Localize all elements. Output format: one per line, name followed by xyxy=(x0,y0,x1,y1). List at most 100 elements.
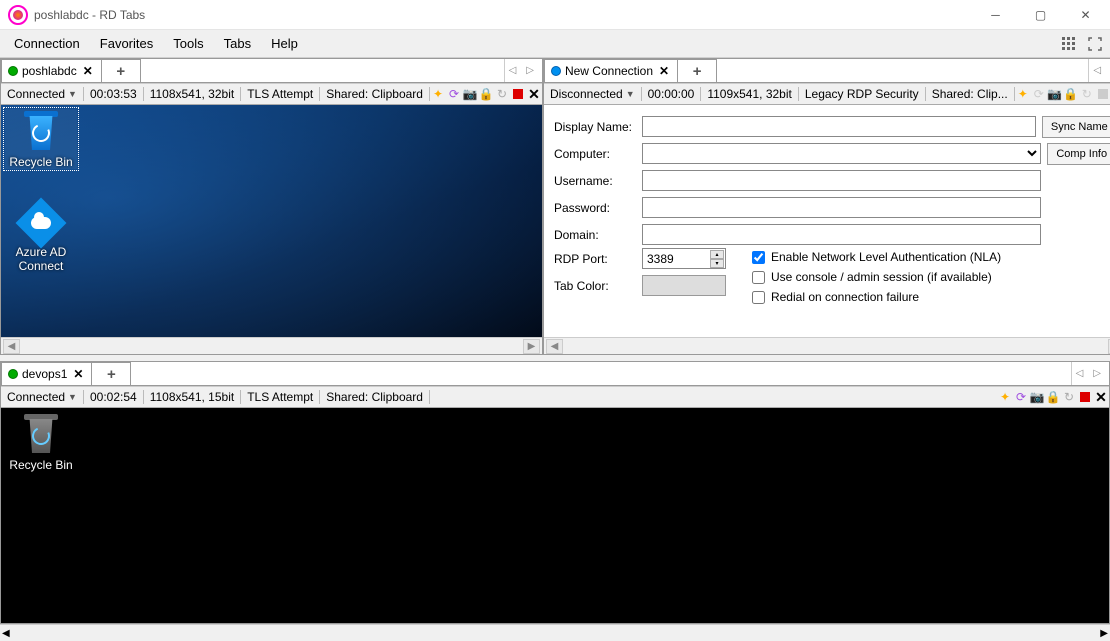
computer-select[interactable] xyxy=(642,143,1041,164)
status-state[interactable]: Disconnected ▼ xyxy=(544,87,642,101)
domain-input[interactable] xyxy=(642,224,1041,245)
close-pane-icon[interactable]: ✕ xyxy=(1093,389,1109,405)
username-input[interactable] xyxy=(642,170,1041,191)
desktop-icon-label: Azure AD Connect xyxy=(5,245,77,273)
grid-icon[interactable] xyxy=(1058,33,1080,55)
status-res: 1109x541, 32bit xyxy=(701,87,799,101)
desktop-icon-recycle-bin[interactable]: Recycle Bin xyxy=(5,412,77,472)
connected-icon xyxy=(8,369,18,379)
label-computer: Computer: xyxy=(554,147,636,161)
display-name-input[interactable] xyxy=(642,116,1036,137)
tab-label: poshlabdc xyxy=(22,64,77,78)
refresh-icon[interactable]: ↻ xyxy=(1061,389,1077,405)
remote-desktop-devops1[interactable]: Recycle Bin xyxy=(1,408,1109,623)
fullscreen-icon[interactable] xyxy=(1084,33,1106,55)
sync-icon[interactable]: ⟳ xyxy=(446,86,462,102)
label-password: Password: xyxy=(554,201,636,215)
new-connection-icon xyxy=(551,66,561,76)
camera-icon[interactable]: 📷 xyxy=(462,86,478,102)
status-state[interactable]: Connected ▼ xyxy=(1,390,84,404)
pane-top-right: New Connection ✕ + ◁ ▷ Disconnected ▼ 00… xyxy=(543,58,1110,355)
sync-icon[interactable]: ⟳ xyxy=(1013,389,1029,405)
lock-icon[interactable]: 🔒 xyxy=(1045,389,1061,405)
hscrollbar[interactable]: ◀▶ xyxy=(544,337,1110,354)
status-enc: TLS Attempt xyxy=(241,390,320,404)
hscrollbar[interactable]: ◀▶ xyxy=(1,337,542,354)
close-pane-icon[interactable]: ✕ xyxy=(526,86,542,102)
tab-devops1[interactable]: devops1 ✕ xyxy=(1,362,92,385)
tab-new-connection[interactable]: New Connection ✕ xyxy=(544,59,678,82)
favorite-icon[interactable]: ✦ xyxy=(1015,86,1031,102)
status-shared: Shared: Clip... xyxy=(926,87,1015,101)
spin-down[interactable]: ▾ xyxy=(710,259,724,268)
password-input[interactable] xyxy=(642,197,1041,218)
new-tab-button[interactable]: + xyxy=(101,59,141,82)
status-enc: TLS Attempt xyxy=(241,87,320,101)
maximize-button[interactable]: ▢ xyxy=(1018,0,1063,30)
stop-icon[interactable] xyxy=(1095,86,1110,102)
label-username: Username: xyxy=(554,174,636,188)
status-shared: Shared: Clipboard xyxy=(320,87,430,101)
tabstrip-bottom: devops1 ✕ + ◁ ▷ xyxy=(1,362,1109,386)
tab-color-picker[interactable] xyxy=(642,275,726,296)
sync-name-button[interactable]: Sync Name xyxy=(1042,116,1110,138)
lock-icon[interactable]: 🔒 xyxy=(478,86,494,102)
tab-scroll-right[interactable]: ▷ xyxy=(522,63,538,78)
new-tab-button[interactable]: + xyxy=(677,59,717,82)
tab-label: New Connection xyxy=(565,64,653,78)
menu-help[interactable]: Help xyxy=(261,32,308,55)
label-domain: Domain: xyxy=(554,228,636,242)
stop-icon[interactable] xyxy=(1077,389,1093,405)
spin-up[interactable]: ▴ xyxy=(710,250,724,259)
tab-scroll-left[interactable]: ◁ xyxy=(1072,366,1088,381)
status-state[interactable]: Connected ▼ xyxy=(1,87,84,101)
status-time: 00:02:54 xyxy=(84,390,144,404)
remote-desktop-poshlabdc[interactable]: Recycle Bin Azure AD Connect xyxy=(1,105,542,337)
tab-close-icon[interactable]: ✕ xyxy=(657,64,671,78)
pane-top-left: poshlabdc ✕ + ◁ ▷ Connected ▼ 00:03:53 1… xyxy=(0,58,543,355)
pane-bottom: devops1 ✕ + ◁ ▷ Connected ▼ 00:02:54 110… xyxy=(0,361,1110,624)
status-shared: Shared: Clipboard xyxy=(320,390,430,404)
tab-close-icon[interactable]: ✕ xyxy=(71,367,85,381)
menu-tools[interactable]: Tools xyxy=(163,32,213,55)
status-bar-top-right: Disconnected ▼ 00:00:00 1109x541, 32bit … xyxy=(544,83,1110,105)
desktop-icon-label: Recycle Bin xyxy=(5,458,77,472)
comp-info-button[interactable]: Comp Info xyxy=(1047,143,1110,165)
refresh-icon[interactable]: ↻ xyxy=(1079,86,1095,102)
hscrollbar-bottom[interactable]: ◀▶ xyxy=(0,624,1110,641)
tab-poshlabdc[interactable]: poshlabdc ✕ xyxy=(1,59,102,82)
tab-label: devops1 xyxy=(22,367,67,381)
status-time: 00:00:00 xyxy=(642,87,702,101)
close-button[interactable]: ✕ xyxy=(1063,0,1108,30)
refresh-icon[interactable]: ↻ xyxy=(494,86,510,102)
title-bar: poshlabdc - RD Tabs ─ ▢ ✕ xyxy=(0,0,1110,30)
status-res: 1108x541, 15bit xyxy=(144,390,242,404)
menu-favorites[interactable]: Favorites xyxy=(90,32,163,55)
tabstrip-top-right: New Connection ✕ + ◁ ▷ xyxy=(544,59,1110,83)
tab-scroll-left[interactable]: ◁ xyxy=(505,63,521,78)
new-tab-button[interactable]: + xyxy=(91,362,131,385)
minimize-button[interactable]: ─ xyxy=(973,0,1018,30)
check-redial[interactable]: Redial on connection failure xyxy=(752,290,1001,304)
stop-icon[interactable] xyxy=(510,86,526,102)
tab-close-icon[interactable]: ✕ xyxy=(81,64,95,78)
favorite-icon[interactable]: ✦ xyxy=(430,86,446,102)
camera-icon[interactable]: 📷 xyxy=(1047,86,1063,102)
status-bar-top-left: Connected ▼ 00:03:53 1108x541, 32bit TLS… xyxy=(1,83,542,105)
check-console[interactable]: Use console / admin session (if availabl… xyxy=(752,270,1001,284)
app-icon xyxy=(8,5,28,25)
window-title: poshlabdc - RD Tabs xyxy=(34,8,973,22)
desktop-icon-azure-ad-connect[interactable]: Azure AD Connect xyxy=(5,199,77,273)
lock-icon[interactable]: 🔒 xyxy=(1063,86,1079,102)
sync-icon[interactable]: ⟳ xyxy=(1031,86,1047,102)
connection-form: Display Name: Sync Name Computer: Comp I… xyxy=(544,105,1110,337)
menu-connection[interactable]: Connection xyxy=(4,32,90,55)
camera-icon[interactable]: 📷 xyxy=(1029,389,1045,405)
menu-tabs[interactable]: Tabs xyxy=(214,32,261,55)
tab-scroll-left[interactable]: ◁ xyxy=(1089,63,1105,78)
tab-scroll-right[interactable]: ▷ xyxy=(1089,366,1105,381)
check-nla[interactable]: Enable Network Level Authentication (NLA… xyxy=(752,250,1001,264)
desktop-icon-recycle-bin[interactable]: Recycle Bin xyxy=(5,109,77,169)
favorite-icon[interactable]: ✦ xyxy=(997,389,1013,405)
desktop-icon-label: Recycle Bin xyxy=(5,155,77,169)
